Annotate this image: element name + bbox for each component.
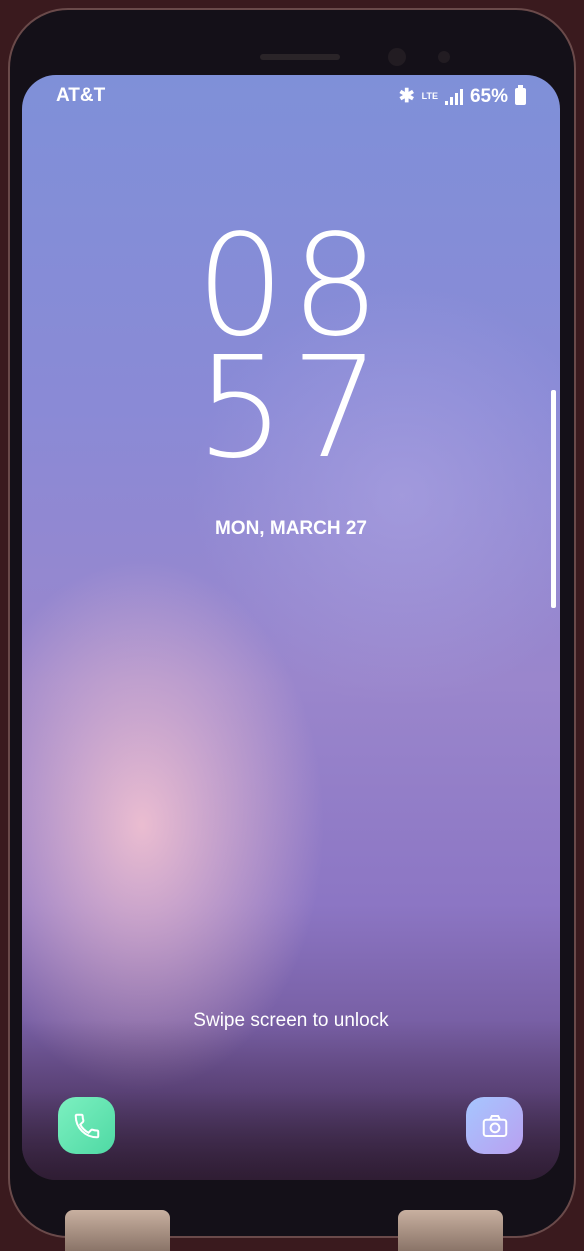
front-camera: [388, 48, 406, 66]
clock-minutes: 57: [195, 327, 387, 490]
date-label: MON, MARCH 27: [214, 518, 367, 539]
bluetooth-icon: ✱: [398, 86, 415, 107]
camera-icon: [482, 1114, 507, 1137]
earpiece: [260, 54, 340, 60]
display-stand-left: [65, 1210, 170, 1251]
battery-icon: [515, 85, 526, 105]
lte-icon: LTE: [421, 91, 438, 101]
unlock-hint: Swipe screen to unlock: [193, 1010, 389, 1031]
phone-shortcut-button[interactable]: [58, 1097, 115, 1154]
camera-shortcut-button[interactable]: [466, 1097, 523, 1154]
display-stand-right: [398, 1210, 503, 1251]
sensor: [438, 51, 450, 63]
lock-screen[interactable]: AT&T ✱ LTE 65% 08 57 MON, MARCH 27 Swipe…: [22, 75, 560, 1180]
signal-icon: [444, 88, 463, 105]
phone-icon: [74, 1113, 99, 1138]
status-bar: AT&T ✱ LTE 65%: [56, 85, 526, 108]
carrier-label: AT&T: [56, 85, 106, 106]
battery-percent: 65%: [469, 85, 508, 107]
